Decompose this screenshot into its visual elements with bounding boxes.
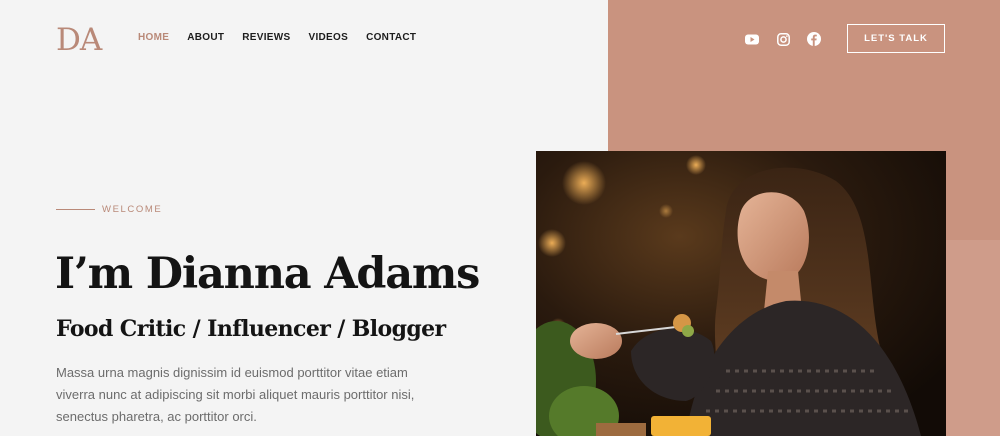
instagram-icon[interactable] <box>774 30 792 48</box>
hero-title: I’m Dianna Adams <box>55 249 480 299</box>
site-logo[interactable]: DA <box>56 22 102 58</box>
nav-item-contact[interactable]: CONTACT <box>366 32 416 43</box>
nav-item-about[interactable]: ABOUT <box>187 32 224 43</box>
hero-subtitle: Food Critic / Influencer / Blogger <box>56 316 446 342</box>
facebook-icon[interactable] <box>805 30 823 48</box>
nav-item-reviews[interactable]: REVIEWS <box>242 32 290 43</box>
eyebrow-label: WELCOME <box>102 204 163 215</box>
hero-photo <box>536 151 946 436</box>
nav-item-videos[interactable]: VIDEOS <box>308 32 348 43</box>
accent-panel-lower <box>946 240 1000 436</box>
main-nav: HOME ABOUT REVIEWS VIDEOS CONTACT <box>138 32 434 43</box>
eyebrow-divider <box>56 209 95 210</box>
hero-description: Massa urna magnis dignissim id euismod p… <box>56 365 415 424</box>
lets-talk-button[interactable]: LET'S TALK <box>847 24 945 53</box>
nav-item-home[interactable]: HOME <box>138 32 169 43</box>
youtube-icon[interactable] <box>743 30 761 48</box>
